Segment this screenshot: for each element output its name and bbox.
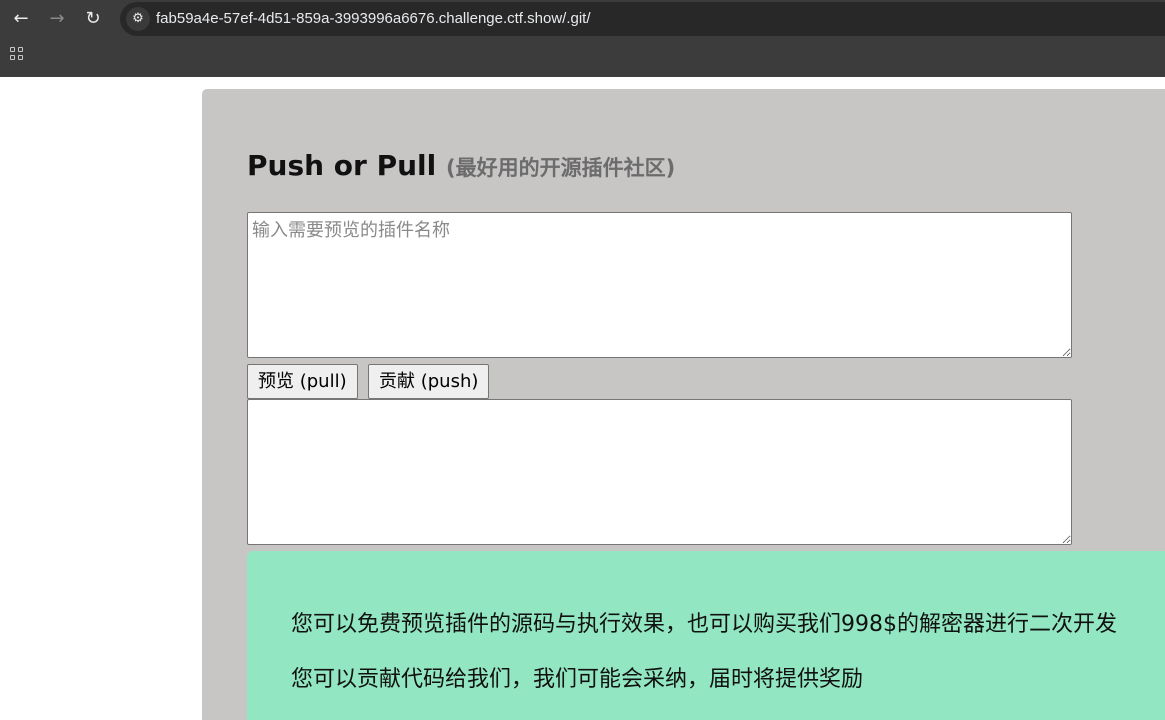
preview-output-area[interactable] bbox=[247, 399, 1072, 545]
page-subtitle: (最好用的开源插件社区) bbox=[446, 156, 676, 180]
notice-box: 您可以免费预览插件的源码与执行效果，也可以购买我们998$的解密器进行二次开发 … bbox=[247, 551, 1165, 720]
url-text[interactable]: fab59a4e-57ef-4d51-859a-3993996a6676.cha… bbox=[156, 2, 591, 36]
back-arrow-icon[interactable]: ← bbox=[6, 4, 36, 34]
browser-toolbar: ← → ↻ ⚙ fab59a4e-57ef-4d51-859a-3993996a… bbox=[0, 0, 1165, 38]
notice-line-2: 您可以贡献代码给我们，我们可能会采纳，届时将提供奖励 bbox=[291, 667, 864, 692]
push-button[interactable]: 贡献 (push) bbox=[368, 364, 490, 399]
page-title: Push or Pull (最好用的开源插件社区) bbox=[247, 149, 675, 182]
plugin-name-input[interactable] bbox=[247, 212, 1072, 358]
browser-chrome: ← → ↻ ⚙ fab59a4e-57ef-4d51-859a-3993996a… bbox=[0, 0, 1165, 77]
notice-line-1: 您可以免费预览插件的源码与执行效果，也可以购买我们998$的解密器进行二次开发 bbox=[291, 612, 1117, 637]
site-info-icon[interactable]: ⚙ bbox=[126, 7, 150, 31]
page-content: Push or Pull (最好用的开源插件社区) 预览 (pull) 贡献 (… bbox=[0, 77, 1165, 720]
reload-icon[interactable]: ↻ bbox=[78, 4, 108, 34]
title-text: Push or Pull bbox=[247, 149, 437, 182]
pull-button[interactable]: 预览 (pull) bbox=[247, 364, 358, 399]
main-card: Push or Pull (最好用的开源插件社区) 预览 (pull) 贡献 (… bbox=[202, 89, 1165, 720]
address-bar[interactable]: ⚙ fab59a4e-57ef-4d51-859a-3993996a6676.c… bbox=[120, 2, 1165, 36]
apps-grid-icon[interactable] bbox=[10, 47, 26, 63]
forward-arrow-icon[interactable]: → bbox=[42, 4, 72, 34]
